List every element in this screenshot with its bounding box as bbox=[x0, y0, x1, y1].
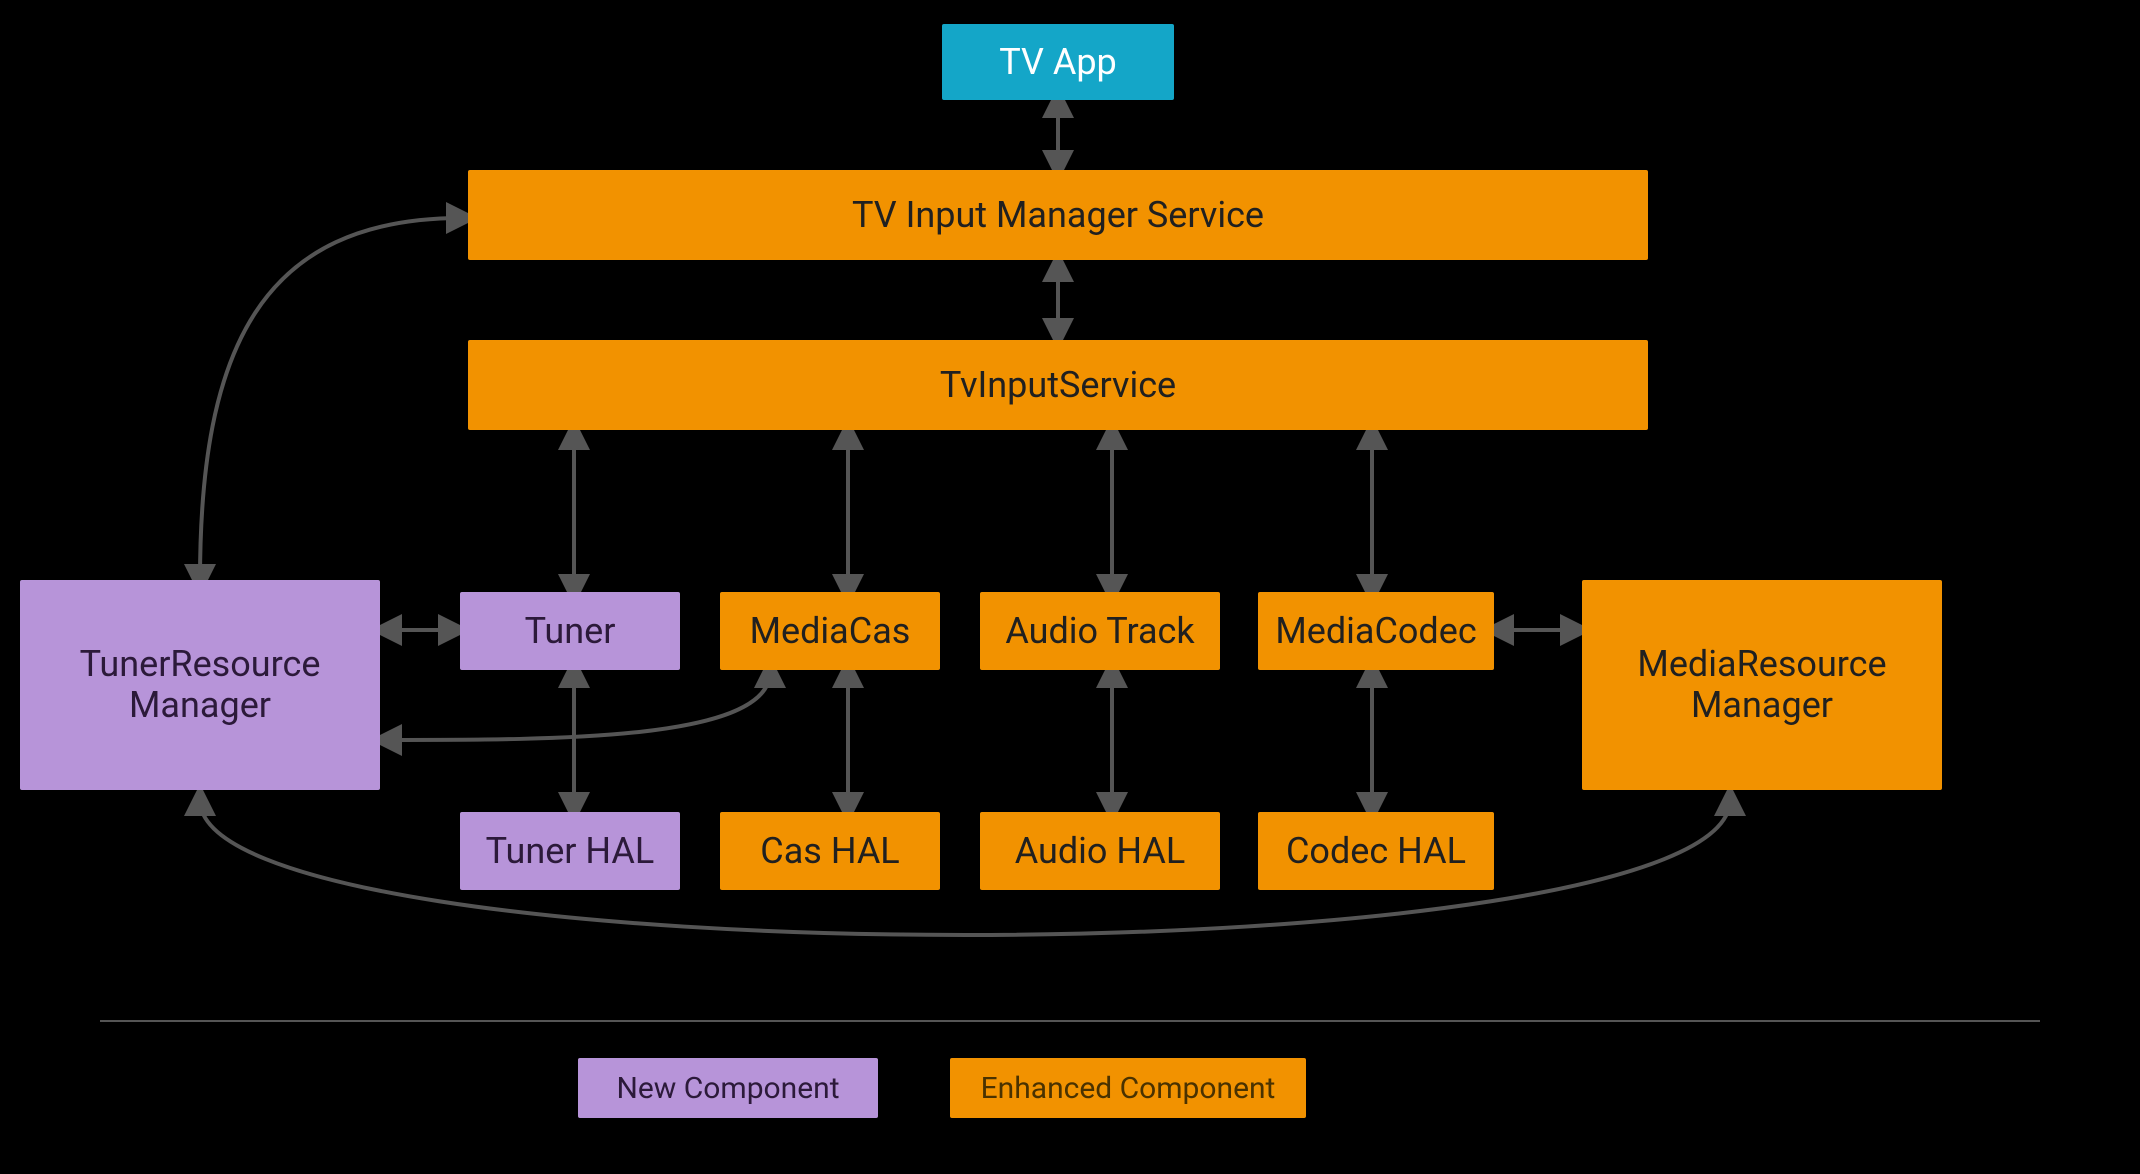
label-audio-track: Audio Track bbox=[1005, 610, 1194, 652]
block-cas-hal: Cas HAL bbox=[720, 812, 940, 890]
block-tuner-resource-manager: TunerResource Manager bbox=[20, 580, 380, 790]
label-tv-input-service: TvInputService bbox=[940, 364, 1176, 406]
label-tuner-resource-manager-l2: Manager bbox=[129, 685, 271, 726]
block-tv-app: TV App bbox=[942, 24, 1174, 100]
block-media-cas: MediaCas bbox=[720, 592, 940, 670]
block-tv-input-service: TvInputService bbox=[468, 340, 1648, 430]
legend-divider bbox=[100, 1020, 2040, 1022]
label-tuner: Tuner bbox=[525, 610, 616, 652]
block-audio-track: Audio Track bbox=[980, 592, 1220, 670]
block-tv-input-manager-service: TV Input Manager Service bbox=[468, 170, 1648, 260]
label-legend-enhanced: Enhanced Component bbox=[981, 1071, 1276, 1106]
block-tuner: Tuner bbox=[460, 592, 680, 670]
label-legend-new: New Component bbox=[616, 1071, 839, 1106]
label-tv-app: TV App bbox=[999, 41, 1117, 83]
block-codec-hal: Codec HAL bbox=[1258, 812, 1494, 890]
legend-new-component: New Component bbox=[578, 1058, 878, 1118]
block-audio-hal: Audio HAL bbox=[980, 812, 1220, 890]
label-tuner-hal: Tuner HAL bbox=[486, 830, 655, 872]
label-media-resource-manager-l2: Manager bbox=[1691, 685, 1833, 726]
label-audio-hal: Audio HAL bbox=[1015, 830, 1186, 872]
label-tv-input-manager-service: TV Input Manager Service bbox=[852, 194, 1264, 236]
legend-enhanced-component: Enhanced Component bbox=[950, 1058, 1306, 1118]
block-media-resource-manager: MediaResource Manager bbox=[1582, 580, 1942, 790]
block-media-codec: MediaCodec bbox=[1258, 592, 1494, 670]
label-tuner-resource-manager-l1: TunerResource bbox=[80, 644, 321, 685]
label-media-codec: MediaCodec bbox=[1275, 610, 1476, 652]
label-media-cas: MediaCas bbox=[750, 610, 911, 652]
label-media-resource-manager-l1: MediaResource bbox=[1637, 644, 1886, 685]
block-tuner-hal: Tuner HAL bbox=[460, 812, 680, 890]
label-cas-hal: Cas HAL bbox=[760, 830, 899, 872]
label-codec-hal: Codec HAL bbox=[1286, 830, 1466, 872]
